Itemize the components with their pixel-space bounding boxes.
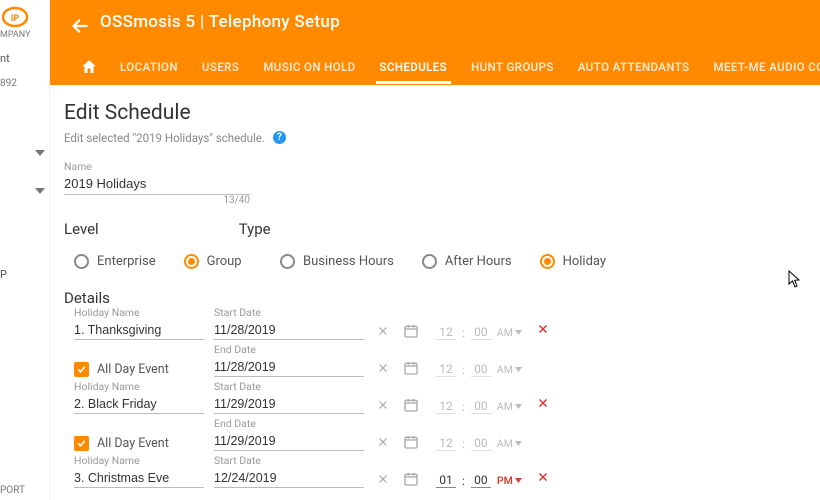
name-counter: 13/40 — [64, 195, 250, 206]
dropdown-caret-icon[interactable] — [35, 150, 45, 156]
calendar-icon[interactable] — [402, 359, 420, 377]
left-text-nt: nt — [0, 52, 10, 65]
ampm-select: AM — [497, 363, 522, 376]
holiday-name-input[interactable] — [74, 395, 204, 414]
type-radio-after-hours[interactable]: After Hours — [422, 254, 512, 269]
calendar-icon[interactable] — [402, 396, 420, 414]
level-radio-enterprise[interactable]: Enterprise — [74, 254, 156, 269]
svg-text:IP: IP — [11, 14, 20, 24]
delete-row-button[interactable] — [536, 321, 550, 340]
clear-icon[interactable] — [374, 470, 392, 488]
clear-icon[interactable] — [374, 322, 392, 340]
time-picker[interactable]: 01:00PM — [436, 473, 522, 488]
home-icon[interactable] — [80, 58, 98, 76]
clear-icon[interactable] — [374, 396, 392, 414]
back-button[interactable] — [66, 12, 94, 40]
end-date-label: End Date — [214, 343, 256, 356]
holiday-name-input[interactable] — [74, 469, 204, 488]
level-radio-group[interactable]: Group — [184, 254, 242, 269]
schedule-name-input[interactable] — [64, 173, 250, 195]
ampm-select: AM — [497, 400, 522, 413]
type-radio-holiday[interactable]: Holiday — [540, 254, 606, 269]
end-date-input[interactable] — [214, 358, 364, 377]
clear-icon[interactable] — [374, 433, 392, 451]
start-date-input[interactable] — [214, 321, 364, 340]
details-section-label: Details — [64, 289, 820, 307]
holiday-name-label: Holiday Name — [74, 306, 140, 319]
clear-icon[interactable] — [374, 359, 392, 377]
time-picker: 12:00AM — [436, 436, 522, 451]
all-day-checkbox[interactable]: All Day Event — [74, 362, 204, 377]
type-radio-business-hours[interactable]: Business Hours — [280, 254, 394, 269]
page-title: Edit Schedule — [64, 101, 820, 125]
all-day-label: All Day Event — [97, 362, 169, 377]
level-section-label: Level — [64, 220, 99, 238]
page-subtitle: Edit selected "2019 Holidays" schedule. … — [64, 127, 820, 146]
nav-tabs: LOCATION USERS MUSIC ON HOLD SCHEDULES HUNT … — [80, 49, 820, 85]
left-text-port: PORT — [0, 485, 25, 496]
dropdown-caret-icon[interactable] — [35, 188, 45, 194]
holiday-name-label: Holiday Name — [74, 380, 140, 393]
brand-company-text: MPANY — [0, 30, 31, 40]
calendar-icon[interactable] — [402, 322, 420, 340]
main-content: Edit Schedule Edit selected "2019 Holida… — [56, 85, 820, 500]
help-icon[interactable]: ? — [273, 131, 286, 144]
tab-schedules[interactable]: SCHEDULES — [378, 50, 450, 84]
calendar-icon[interactable] — [402, 470, 420, 488]
type-section-label: Type — [239, 220, 271, 238]
subtitle-text: Edit selected "2019 Holidays" schedule. — [64, 131, 265, 145]
time-picker: 12:00AM — [436, 362, 522, 377]
tab-auto-attendants[interactable]: AUTO ATTENDANTS — [576, 50, 692, 84]
end-date-label: End Date — [214, 417, 256, 430]
start-date-label: Start Date — [214, 306, 261, 319]
ampm-select: AM — [497, 326, 522, 339]
mouse-cursor-icon — [788, 270, 804, 290]
left-panel-sliver: IP MPANY nt 892 P PORT — [0, 0, 50, 500]
time-picker: 12:00AM — [436, 399, 522, 414]
ampm-select[interactable]: PM — [497, 474, 522, 487]
checkbox-icon — [74, 436, 89, 451]
app-header: OSSmosis 5 | Telephony Setup LOCATION USE… — [50, 0, 820, 85]
tab-meet-me-audio-conferences[interactable]: MEET-ME AUDIO CONFERENCES — [712, 50, 820, 84]
tab-music-on-hold[interactable]: MUSIC ON HOLD — [261, 50, 357, 84]
start-date-label: Start Date — [214, 380, 261, 393]
left-text-num: 892 — [0, 78, 17, 89]
holiday-name-input[interactable] — [74, 321, 204, 340]
start-date-input[interactable] — [214, 469, 364, 488]
calendar-icon[interactable] — [402, 433, 420, 451]
tab-users[interactable]: USERS — [200, 50, 241, 84]
checkbox-icon — [74, 362, 89, 377]
app-title: OSSmosis 5 | Telephony Setup — [100, 12, 340, 32]
brand-logo: IP — [2, 6, 28, 28]
start-date-input[interactable] — [214, 395, 364, 414]
name-label: Name — [64, 160, 820, 173]
delete-row-button[interactable] — [536, 395, 550, 414]
tab-location[interactable]: LOCATION — [118, 50, 180, 84]
all-day-checkbox[interactable]: All Day Event — [74, 436, 204, 451]
delete-row-button[interactable] — [536, 469, 550, 488]
tab-hunt-groups[interactable]: HUNT GROUPS — [469, 50, 556, 84]
radio-row: Enterprise Group Business Hours After Hour… — [64, 254, 820, 269]
left-text-p: P — [0, 268, 7, 281]
all-day-label: All Day Event — [97, 436, 169, 451]
end-date-input[interactable] — [214, 432, 364, 451]
holiday-name-label: Holiday Name — [74, 454, 140, 467]
ampm-select: AM — [497, 437, 522, 450]
time-picker: 12:00AM — [436, 325, 522, 340]
start-date-label: Start Date — [214, 454, 261, 467]
